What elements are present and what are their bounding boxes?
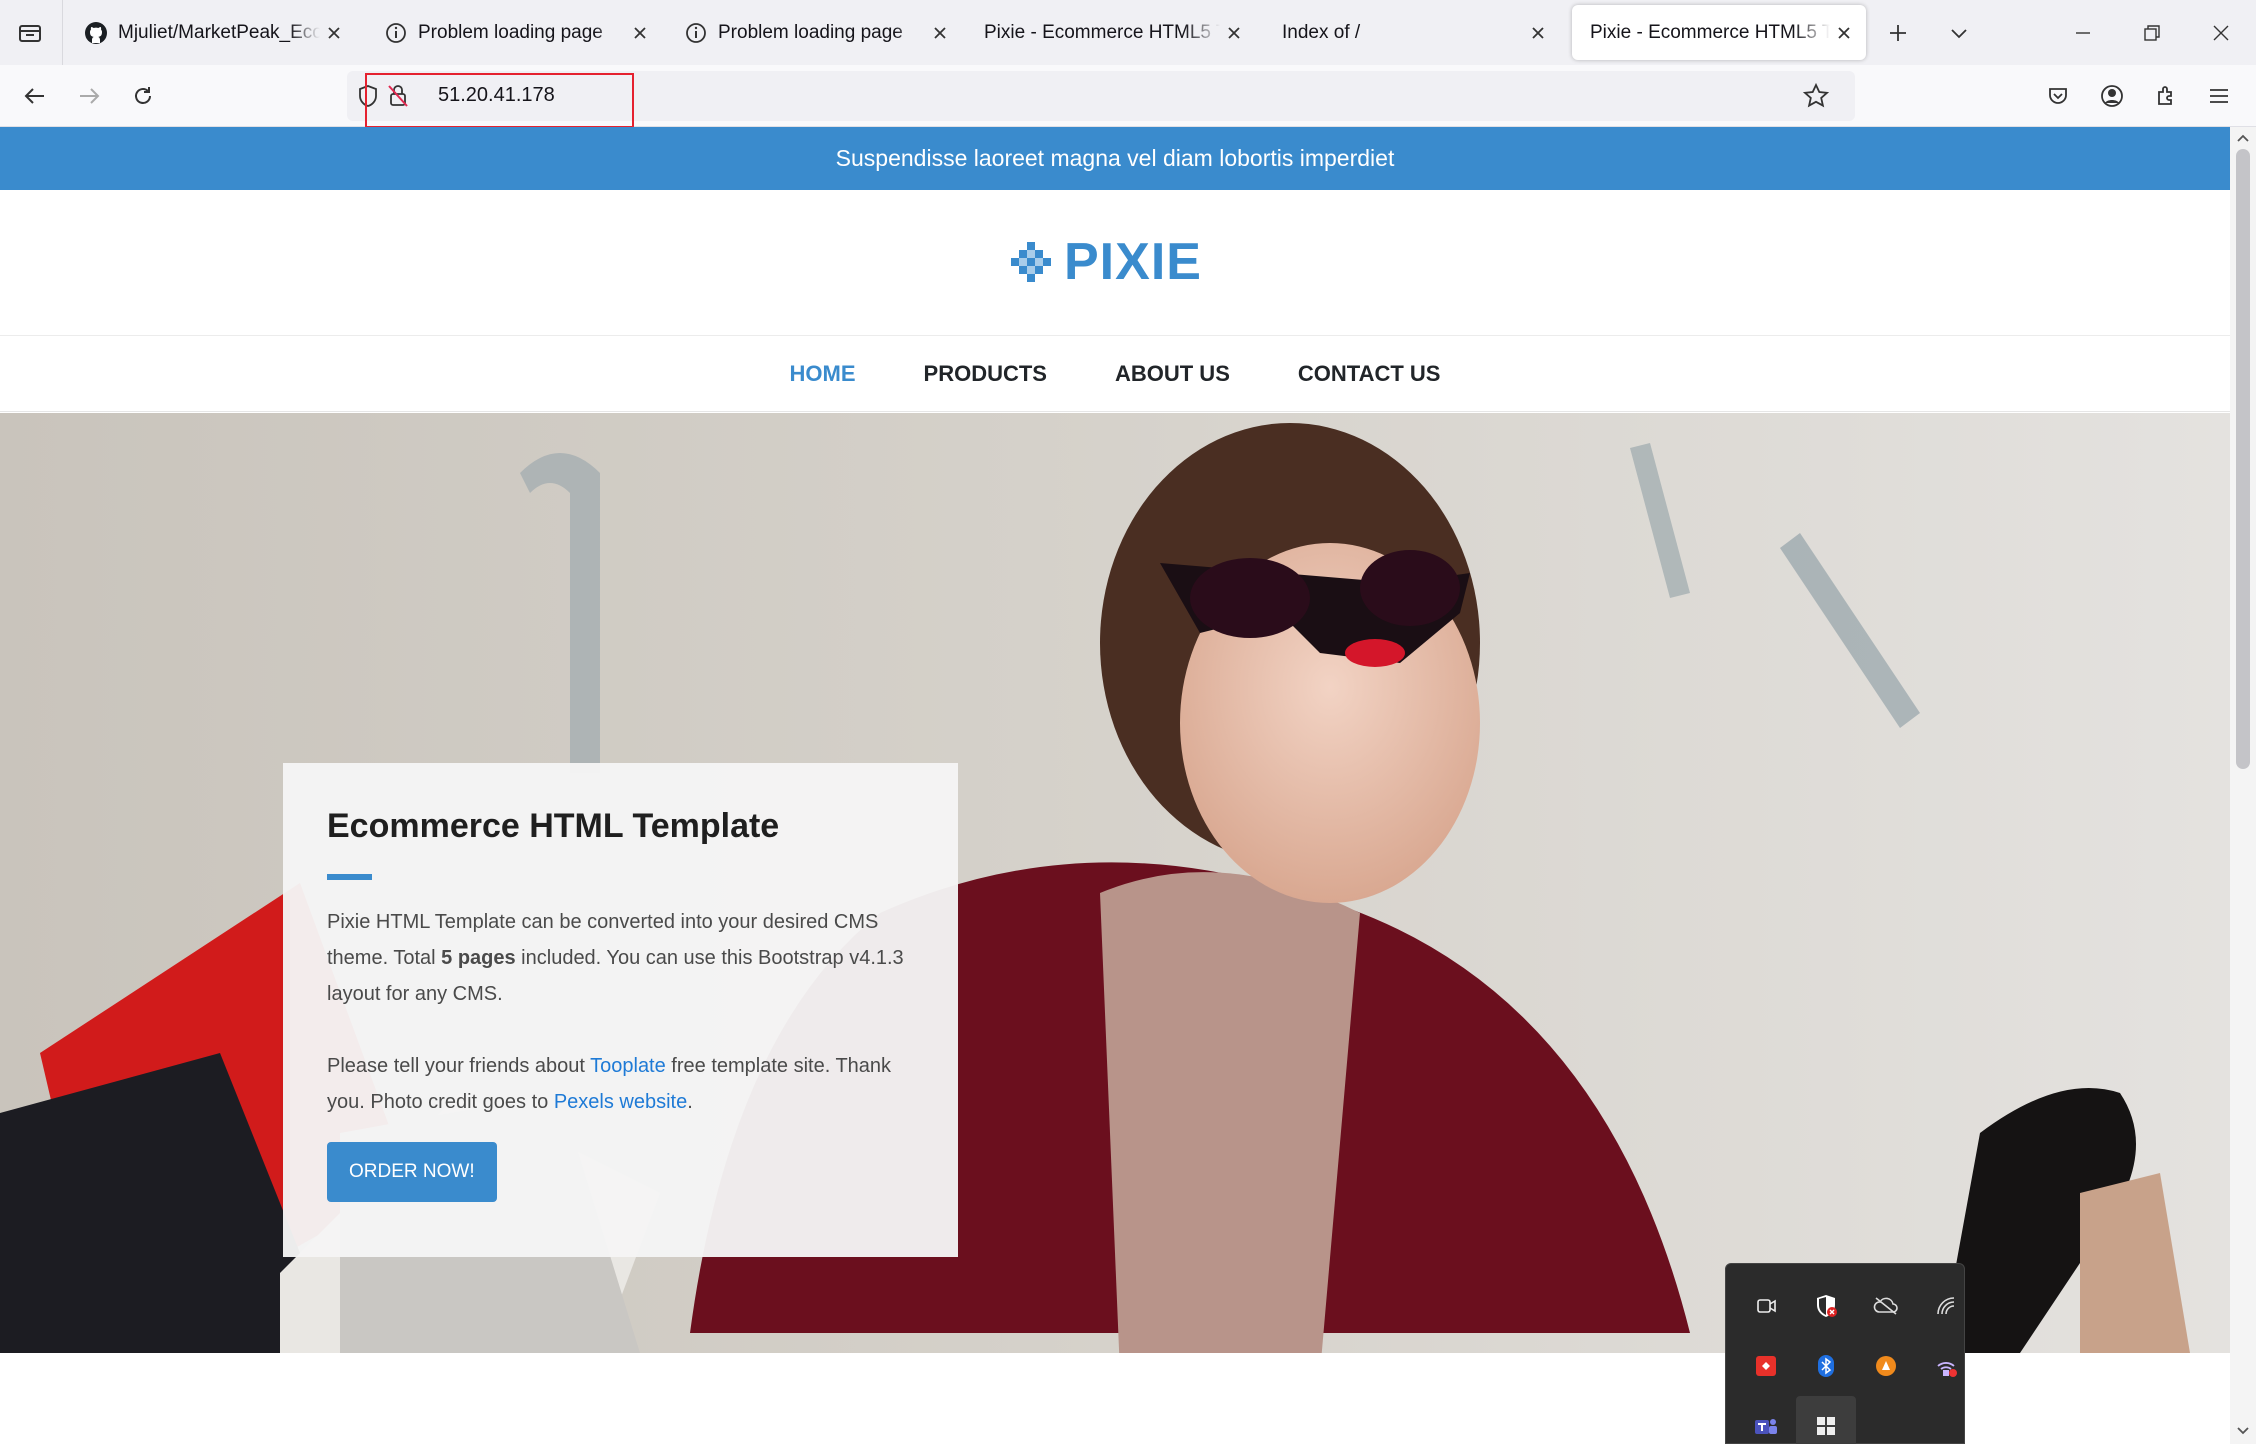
- hero-bold-text: 5 pages: [441, 947, 516, 969]
- hero-accent-bar: [327, 874, 372, 880]
- page-scrollbar[interactable]: [2230, 127, 2256, 1444]
- app-grid-icon[interactable]: [1796, 1396, 1856, 1444]
- announcement-bar: Suspendisse laoreet magna vel diam lobor…: [0, 127, 2230, 190]
- anydesk-icon[interactable]: [1736, 1336, 1796, 1396]
- plus-icon: [1890, 25, 1906, 41]
- reload-button[interactable]: [122, 75, 164, 117]
- order-now-button[interactable]: ORDER NOW!: [327, 1142, 497, 1202]
- account-icon: [2101, 85, 2123, 107]
- menu-item-home[interactable]: HOME: [790, 361, 856, 387]
- firefox-view-icon: [19, 25, 41, 42]
- network-alert-icon[interactable]: [1916, 1336, 1976, 1396]
- close-window-button[interactable]: [2202, 14, 2240, 52]
- logo-text: PIXIE: [1064, 233, 1202, 291]
- arrow-left-icon: [24, 88, 44, 104]
- reload-icon: [135, 87, 151, 104]
- tab-title: Pixie - Ecommerce HTML5 Template: [1590, 21, 1830, 43]
- tab-title: Problem loading page: [718, 21, 903, 43]
- url-bar[interactable]: [347, 71, 1855, 121]
- pixie-logo-icon: [1011, 242, 1051, 282]
- hero-paragraph-1: Pixie HTML Template can be converted int…: [327, 904, 914, 1012]
- menu-button[interactable]: [2198, 75, 2240, 117]
- info-icon: [684, 21, 708, 45]
- close-icon: [2213, 25, 2229, 41]
- cloud-off-icon[interactable]: [1856, 1276, 1916, 1336]
- bookmark-star-icon[interactable]: [1802, 82, 1830, 114]
- extensions-button[interactable]: [2145, 75, 2187, 117]
- scrollbar-thumb[interactable]: [2236, 149, 2250, 769]
- pocket-button[interactable]: [2037, 75, 2079, 117]
- tab-title: Pixie - Ecommerce HTML5 Template: [984, 21, 1220, 43]
- tab-problem-loading-2[interactable]: Problem loading page: [666, 5, 962, 60]
- tab-problem-loading-1[interactable]: Problem loading page: [366, 5, 662, 60]
- list-all-tabs-button[interactable]: [1940, 14, 1978, 52]
- hero-text: .: [687, 1091, 693, 1113]
- minimize-icon: [2076, 32, 2090, 34]
- hero-text: Please tell your friends about: [327, 1055, 591, 1077]
- tab-strip: Mjuliet/MarketPeak_Ecommerce Problem loa…: [0, 0, 2256, 65]
- new-tab-button[interactable]: [1879, 14, 1917, 52]
- menu-item-contact-us[interactable]: CONTACT US: [1298, 361, 1441, 387]
- tab-separator: [62, 0, 63, 65]
- page-viewport: Suspendisse laoreet magna vel diam lobor…: [0, 127, 2230, 1444]
- forward-button[interactable]: [68, 75, 110, 117]
- shield-alert-icon[interactable]: [1796, 1276, 1856, 1336]
- hero-paragraph-2: Please tell your friends about Tooplate …: [327, 1048, 914, 1120]
- hero-title: Ecommerce HTML Template: [327, 807, 780, 845]
- pocket-icon: [2049, 88, 2067, 104]
- menu-item-products[interactable]: PRODUCTS: [924, 361, 1047, 387]
- insecure-lock-icon[interactable]: [387, 83, 409, 114]
- restore-icon: [2144, 25, 2160, 41]
- camera-icon[interactable]: [1736, 1276, 1796, 1336]
- minimize-button[interactable]: [2064, 14, 2102, 52]
- shield-icon[interactable]: [357, 84, 379, 113]
- restore-button[interactable]: [2133, 14, 2171, 52]
- scroll-up-icon[interactable]: [2235, 130, 2251, 146]
- tab-title: Problem loading page: [418, 21, 603, 43]
- bluetooth-icon[interactable]: [1796, 1336, 1856, 1396]
- hero-card: Ecommerce HTML Template Pixie HTML Templ…: [283, 763, 958, 1257]
- account-button[interactable]: [2091, 75, 2133, 117]
- menu-item-about-us[interactable]: ABOUT US: [1115, 361, 1230, 387]
- info-icon: [384, 21, 408, 45]
- close-tab-icon[interactable]: [320, 19, 348, 47]
- tab-pixie-active[interactable]: Pixie - Ecommerce HTML5 Template: [1572, 5, 1866, 60]
- system-tray-overflow: [1725, 1263, 1965, 1444]
- puzzle-icon: [2158, 86, 2172, 105]
- back-button[interactable]: [14, 75, 56, 117]
- nav-bar: [0, 65, 2256, 127]
- announcement-text: Suspendisse laoreet magna vel diam lobor…: [835, 145, 1395, 171]
- tooplate-link[interactable]: Tooplate: [590, 1055, 666, 1077]
- vlc-icon[interactable]: [1856, 1336, 1916, 1396]
- close-tab-icon[interactable]: [1220, 19, 1248, 47]
- main-menu: HOME PRODUCTS ABOUT US CONTACT US: [0, 336, 2230, 412]
- scroll-down-icon[interactable]: [2235, 1423, 2251, 1439]
- tab-github[interactable]: Mjuliet/MarketPeak_Ecommerce: [66, 5, 356, 60]
- tab-title: Index of /: [1282, 21, 1361, 43]
- site-logo[interactable]: PIXIE: [1010, 232, 1202, 292]
- tab-pixie-1[interactable]: Pixie - Ecommerce HTML5 Template: [966, 5, 1256, 60]
- close-tab-icon[interactable]: [1524, 19, 1552, 47]
- close-tab-icon[interactable]: [926, 19, 954, 47]
- pexels-link[interactable]: Pexels website: [554, 1091, 687, 1113]
- close-tab-icon[interactable]: [626, 19, 654, 47]
- chevron-down-icon: [1951, 29, 1967, 39]
- url-text[interactable]: 51.20.41.178: [438, 84, 555, 107]
- close-tab-icon[interactable]: [1830, 19, 1858, 47]
- tab-title: Mjuliet/MarketPeak_Ecommerce: [118, 21, 320, 43]
- tab-index-of[interactable]: Index of /: [1264, 5, 1560, 60]
- hamburger-icon: [2210, 89, 2228, 103]
- hero-banner: Ecommerce HTML Template Pixie HTML Templ…: [0, 413, 2230, 1353]
- github-icon: [84, 21, 108, 45]
- firefox-view-button[interactable]: [10, 14, 50, 52]
- teams-icon[interactable]: [1736, 1396, 1796, 1444]
- wifi-icon[interactable]: [1916, 1276, 1976, 1336]
- arrow-right-icon: [80, 88, 100, 104]
